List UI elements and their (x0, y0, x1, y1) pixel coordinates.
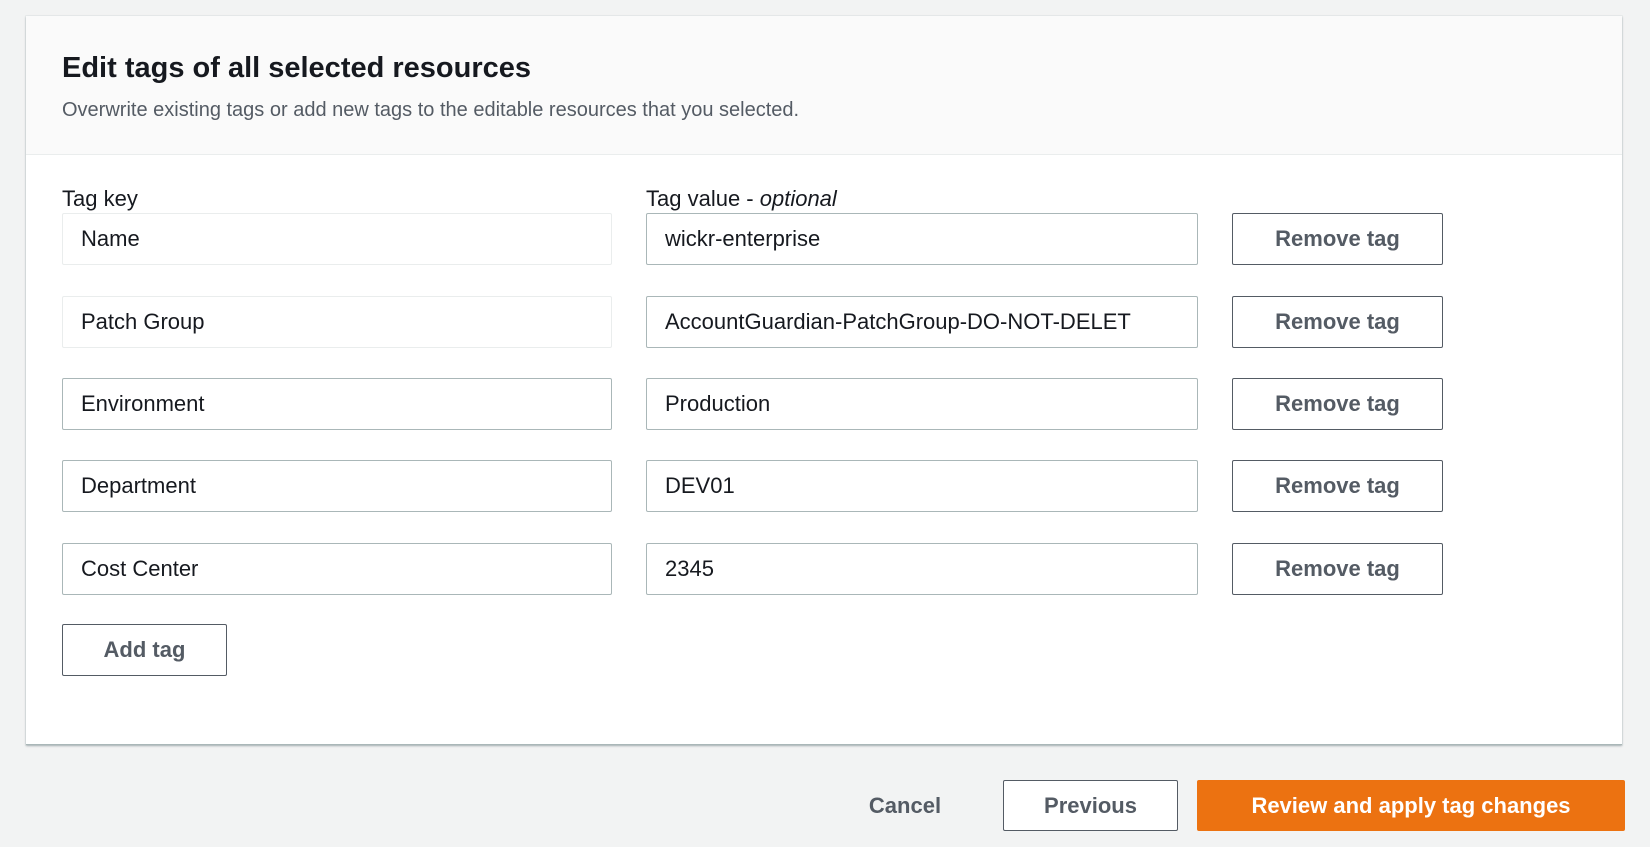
tag-value-label: Tag value - optional (646, 184, 837, 214)
tag-value-input-name[interactable] (646, 213, 1198, 265)
tag-key-input-environment[interactable] (62, 378, 612, 430)
previous-button[interactable]: Previous (1003, 780, 1178, 831)
remove-tag-button-environment[interactable]: Remove tag (1232, 378, 1443, 430)
tag-value-input-department[interactable] (646, 460, 1198, 512)
tag-key-label: Tag key (62, 186, 138, 211)
tag-key-field-patch-group: Patch Group (62, 296, 612, 348)
panel-title: Edit tags of all selected resources (62, 52, 532, 84)
tag-value-input-environment[interactable] (646, 378, 1198, 430)
panel-description: Overwrite existing tags or add new tags … (62, 99, 800, 121)
remove-tag-button-name[interactable]: Remove tag (1232, 213, 1443, 265)
tag-key-input-cost-center[interactable] (62, 543, 612, 595)
optional-label: optional (759, 186, 837, 211)
tag-value-input-patch-group[interactable] (646, 296, 1198, 348)
review-and-apply-button[interactable]: Review and apply tag changes (1197, 780, 1625, 831)
edit-tags-panel: Edit tags of all selected resources Over… (26, 16, 1622, 745)
remove-tag-button-department[interactable]: Remove tag (1232, 460, 1443, 512)
tag-key-input-department[interactable] (62, 460, 612, 512)
add-tag-button[interactable]: Add tag (62, 624, 227, 676)
remove-tag-button-cost-center[interactable]: Remove tag (1232, 543, 1443, 595)
remove-tag-button-patch-group[interactable]: Remove tag (1232, 296, 1443, 348)
panel-header: Edit tags of all selected resources Over… (26, 16, 1622, 155)
tag-value-input-cost-center[interactable] (646, 543, 1198, 595)
cancel-button[interactable]: Cancel (840, 780, 970, 831)
tag-key-field-name: Name (62, 213, 612, 265)
tag-value-label-text: Tag value - (646, 186, 760, 211)
